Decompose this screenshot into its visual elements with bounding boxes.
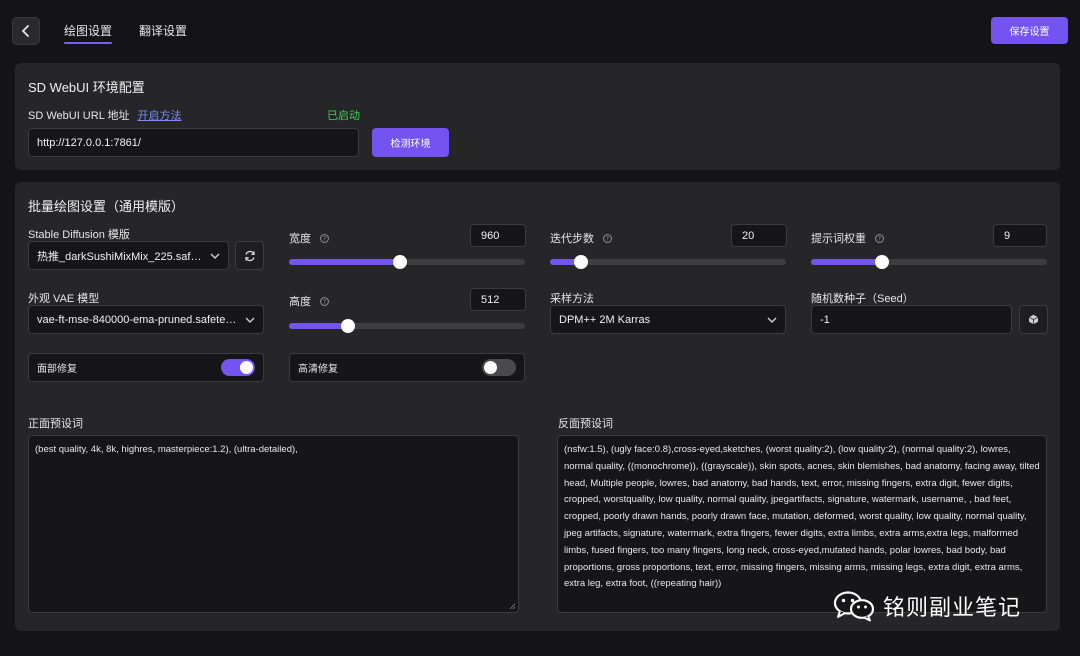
negative-prompt-label: 反面预设词 — [558, 418, 613, 430]
sampler-select[interactable]: DPM++ 2M Karras — [550, 305, 786, 334]
wechat-icon — [833, 591, 875, 622]
steps-label-row: 迭代步数 ? — [550, 230, 612, 246]
dice-icon — [1028, 314, 1039, 325]
refresh-icon — [244, 250, 255, 261]
steps-label: 迭代步数 — [550, 233, 594, 245]
watermark-text: 铭则副业笔记 — [883, 595, 1022, 620]
hires-fix-row: 高清修复 — [289, 353, 525, 382]
help-icon[interactable]: ? — [603, 234, 612, 243]
height-input[interactable]: 512 — [470, 288, 526, 311]
vae-label: 外观 VAE 模型 — [28, 293, 100, 305]
svg-text:?: ? — [323, 299, 326, 306]
height-slider-fill — [289, 323, 348, 329]
how-to-enable-link[interactable]: 开启方法 — [137, 110, 181, 122]
model-select[interactable]: 热推_darkSushiMixMix_225.safetensors — [28, 241, 229, 270]
detect-env-button[interactable]: 检测环境 — [372, 128, 449, 157]
top-bar: 绘图设置 翻译设置 保存设置 — [0, 0, 1080, 56]
sampler-value: DPM++ 2M Karras — [559, 313, 651, 326]
watermark: 铭则副业笔记 — [833, 588, 1021, 624]
help-icon[interactable]: ? — [875, 234, 884, 243]
cfg-slider-fill — [811, 259, 882, 265]
save-settings-button[interactable]: 保存设置 — [991, 17, 1068, 44]
height-label: 高度 — [289, 296, 311, 308]
tab-translation-settings[interactable]: 翻译设置 — [139, 22, 187, 39]
seed-label: 随机数种子（Seed） — [811, 293, 914, 305]
url-input[interactable]: http://127.0.0.1:7861/ — [28, 128, 359, 157]
hires-fix-label: 高清修复 — [298, 364, 338, 375]
steps-input[interactable]: 20 — [731, 224, 787, 247]
width-slider[interactable] — [289, 255, 525, 269]
height-slider[interactable] — [289, 319, 525, 333]
model-value: 热推_darkSushiMixMix_225.safetensors — [37, 250, 206, 263]
height-slider-thumb[interactable] — [341, 319, 355, 333]
cfg-slider-thumb[interactable] — [874, 255, 889, 269]
steps-slider-thumb[interactable] — [573, 255, 588, 269]
hires-fix-toggle[interactable] — [482, 359, 516, 376]
url-label: SD WebUI URL 地址 — [28, 110, 130, 122]
env-panel-title: SD WebUI 环境配置 — [28, 80, 145, 95]
width-label-row: 宽度 ? — [289, 230, 329, 246]
help-icon[interactable]: ? — [320, 297, 329, 306]
width-slider-thumb[interactable] — [392, 255, 407, 269]
back-button[interactable] — [12, 17, 40, 45]
help-icon[interactable]: ? — [320, 234, 329, 243]
face-fix-row: 面部修复 — [28, 353, 264, 382]
seed-input[interactable]: -1 — [811, 305, 1012, 334]
batch-draw-panel: 批量绘图设置（通用模版） Stable Diffusion 模版 热推_dark… — [15, 182, 1060, 631]
positive-prompt-textarea[interactable]: (best quality, 4k, 8k, highres, masterpi… — [28, 435, 519, 613]
chevron-left-icon — [21, 25, 29, 37]
model-label: Stable Diffusion 模版 — [28, 229, 130, 241]
cfg-slider[interactable] — [811, 255, 1047, 269]
steps-slider[interactable] — [550, 255, 786, 269]
chevron-down-icon — [241, 317, 255, 323]
sampler-label: 采样方法 — [550, 293, 594, 305]
chevron-down-icon — [763, 317, 777, 323]
svg-text:?: ? — [323, 236, 326, 243]
face-fix-label: 面部修复 — [37, 364, 77, 375]
cfg-label-row: 提示词权重 ? — [811, 230, 884, 246]
svg-text:?: ? — [878, 236, 881, 243]
svg-text:?: ? — [606, 236, 609, 243]
vae-value: vae-ft-mse-840000-ema-pruned.safetensors — [37, 313, 241, 326]
url-label-row: SD WebUI URL 地址 开启方法 — [28, 107, 181, 123]
face-fix-toggle[interactable] — [221, 359, 255, 376]
positive-prompt-text: (best quality, 4k, 8k, highres, masterpi… — [35, 444, 298, 455]
negative-prompt-text: (nsfw:1.5), (ugly face:0.8),cross-eyed,s… — [564, 444, 1040, 590]
width-label: 宽度 — [289, 233, 311, 245]
cfg-input[interactable]: 9 — [993, 224, 1047, 247]
cfg-label: 提示词权重 — [811, 233, 866, 245]
refresh-models-button[interactable] — [235, 241, 264, 270]
positive-prompt-label: 正面预设词 — [28, 418, 83, 430]
chevron-down-icon — [206, 253, 220, 259]
width-slider-fill — [289, 259, 400, 265]
width-input[interactable]: 960 — [470, 224, 526, 247]
env-config-panel: SD WebUI 环境配置 SD WebUI URL 地址 开启方法 已启动 ht… — [15, 63, 1060, 170]
resize-handle-icon[interactable] — [508, 602, 516, 610]
negative-prompt-textarea[interactable]: (nsfw:1.5), (ugly face:0.8),cross-eyed,s… — [557, 435, 1047, 613]
vae-select[interactable]: vae-ft-mse-840000-ema-pruned.safetensors — [28, 305, 264, 334]
status-started: 已启动 — [327, 110, 360, 122]
random-seed-button[interactable] — [1019, 305, 1048, 334]
tab-drawing-settings[interactable]: 绘图设置 — [64, 22, 113, 44]
batch-panel-title: 批量绘图设置（通用模版） — [28, 199, 185, 214]
height-label-row: 高度 ? — [289, 293, 329, 309]
